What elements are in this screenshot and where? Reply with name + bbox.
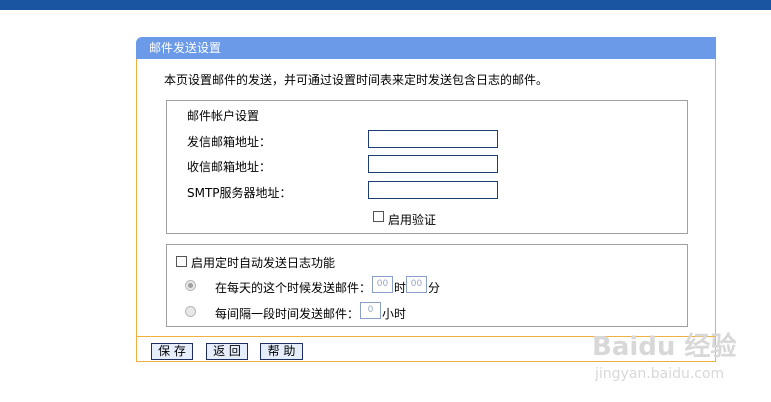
save-button[interactable]: 保 存 — [151, 343, 193, 360]
auth-checkbox[interactable] — [373, 211, 384, 222]
panel-body: 本页设置邮件的发送，并可通过设置时间表来定时发送包含日志的邮件。 邮件帐户设置 … — [136, 59, 716, 336]
schedule-enable-label: 启用定时自动发送日志功能 — [191, 256, 336, 270]
daily-label: 在每天的这个时候发送邮件： — [215, 281, 372, 295]
intro-text: 本页设置邮件的发送，并可通过设置时间表来定时发送包含日志的邮件。 — [164, 73, 549, 87]
interval-label: 每间隔一段时间发送邮件： — [215, 307, 360, 321]
schedule-enable-checkbox[interactable] — [176, 256, 187, 267]
from-address-label: 发信邮箱地址： — [187, 135, 272, 149]
to-address-label: 收信邮箱地址： — [187, 160, 272, 174]
account-fieldset: 邮件帐户设置 发信邮箱地址： 收信邮箱地址： SMTP服务器地址： 启用验证 — [166, 100, 688, 234]
to-address-input[interactable] — [368, 155, 498, 173]
minute-unit: 分 — [428, 281, 441, 295]
from-address-input[interactable] — [368, 130, 498, 148]
smtp-server-label: SMTP服务器地址： — [187, 186, 292, 200]
watermark-url: jingyan.baidu.com — [595, 366, 725, 382]
daily-radio[interactable] — [185, 280, 196, 291]
schedule-fieldset: 启用定时自动发送日志功能 在每天的这个时候发送邮件： 00 时 00 分 每间隔… — [166, 244, 688, 327]
top-banner — [0, 0, 771, 10]
hour-unit: 时 — [394, 281, 407, 295]
account-legend: 邮件帐户设置 — [187, 109, 260, 123]
interval-radio[interactable] — [185, 306, 196, 317]
panel-title: 邮件发送设置 — [136, 37, 716, 59]
watermark-brand: Baidu 经验 — [592, 332, 737, 362]
help-button[interactable]: 帮 助 — [260, 343, 303, 360]
hour-input[interactable]: 00 — [372, 276, 393, 293]
minute-input[interactable]: 00 — [406, 276, 427, 293]
interval-unit: 小时 — [382, 307, 407, 321]
interval-input[interactable]: 0 — [360, 302, 381, 319]
auth-label: 启用验证 — [388, 213, 437, 227]
smtp-server-input[interactable] — [368, 181, 498, 199]
email-settings-panel: 邮件发送设置 本页设置邮件的发送，并可通过设置时间表来定时发送包含日志的邮件。 … — [136, 37, 716, 362]
back-button[interactable]: 返 回 — [206, 343, 248, 360]
